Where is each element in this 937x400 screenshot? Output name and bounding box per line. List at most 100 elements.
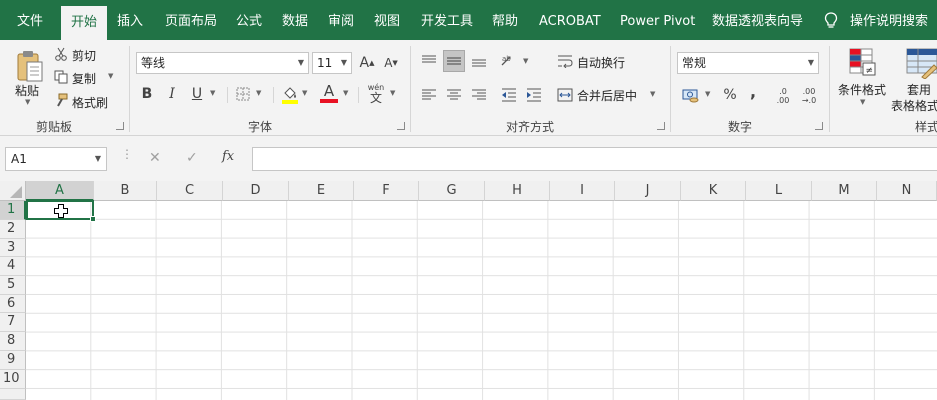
column-header-c[interactable]: C — [157, 181, 223, 201]
orientation-button[interactable]: ab — [498, 50, 520, 72]
select-all-corner[interactable] — [0, 181, 26, 201]
column-header-l[interactable]: L — [746, 181, 812, 201]
tab-view[interactable]: 视图 — [374, 0, 400, 40]
row-header-3[interactable]: 3 — [0, 239, 26, 257]
grow-font-button[interactable]: A ▲ — [358, 52, 376, 74]
font-size-select[interactable]: 11 ▼ — [312, 52, 352, 74]
shrink-font-button[interactable]: A ▼ — [382, 52, 400, 74]
underline-dropdown-arrow[interactable]: ▼ — [210, 89, 215, 97]
accounting-dropdown-arrow[interactable]: ▼ — [705, 90, 710, 98]
column-header-g[interactable]: G — [419, 181, 485, 201]
wrap-text-button[interactable]: 自动换行 — [577, 54, 625, 71]
row-header-6[interactable]: 6 — [0, 295, 26, 313]
cell-grid[interactable] — [26, 201, 937, 400]
accounting-format-button[interactable] — [680, 84, 702, 106]
number-format-select[interactable]: 常规 ▼ — [677, 52, 819, 74]
row-header-7[interactable]: 7 — [0, 313, 26, 332]
format-painter-icon[interactable] — [54, 92, 68, 108]
align-left-button[interactable] — [418, 84, 440, 106]
increase-decimal-button[interactable]: .0 .00 — [772, 84, 794, 108]
conditional-formatting-label[interactable]: 条件格式 — [838, 81, 886, 98]
paste-button[interactable] — [10, 46, 50, 86]
copy-button[interactable]: 复制 — [72, 70, 96, 87]
row-header-1[interactable]: 1 — [0, 201, 26, 220]
clipboard-launcher-icon[interactable] — [116, 122, 124, 130]
format-as-table-label-1[interactable]: 套用 — [907, 81, 931, 98]
align-top-button[interactable] — [418, 50, 440, 72]
align-center-button[interactable] — [443, 84, 465, 106]
merge-center-button[interactable]: 合并后居中 — [577, 87, 637, 104]
column-header-h[interactable]: H — [485, 181, 550, 201]
name-box[interactable]: A1 ▼ — [5, 147, 107, 171]
tab-page-layout[interactable]: 页面布局 — [165, 0, 217, 40]
row-header-4[interactable]: 4 — [0, 257, 26, 276]
tab-help[interactable]: 帮助 — [492, 0, 518, 40]
column-header-a[interactable]: A — [26, 181, 94, 201]
italic-button[interactable]: I — [163, 83, 181, 105]
underline-button[interactable]: U — [188, 83, 206, 105]
cut-button[interactable]: 剪切 — [72, 47, 96, 64]
tab-review[interactable]: 审阅 — [328, 0, 354, 40]
tab-acrobat[interactable]: ACROBAT — [539, 0, 601, 40]
merge-dropdown-arrow[interactable]: ▼ — [650, 90, 655, 98]
align-bottom-button[interactable] — [468, 50, 490, 72]
enter-icon[interactable]: ✓ — [186, 150, 198, 166]
bold-button[interactable]: B — [138, 83, 156, 105]
column-header-n[interactable]: N — [877, 181, 937, 201]
conditional-formatting-dropdown-arrow[interactable]: ▼ — [860, 98, 865, 106]
row-header-9[interactable]: 9 — [0, 351, 26, 370]
tab-developer[interactable]: 开发工具 — [421, 0, 473, 40]
fill-color-button[interactable] — [280, 82, 300, 106]
tab-insert[interactable]: 插入 — [117, 0, 143, 40]
paste-dropdown-arrow[interactable]: ▼ — [25, 98, 30, 106]
decrease-decimal-button[interactable]: .00 →.0 — [798, 84, 820, 108]
tab-home[interactable]: 开始 — [61, 6, 108, 40]
format-painter-button[interactable]: 格式刷 — [72, 94, 108, 111]
increase-indent-button[interactable] — [523, 84, 545, 106]
alignment-launcher-icon[interactable] — [657, 122, 665, 130]
phonetic-dropdown-arrow[interactable]: ▼ — [390, 89, 395, 97]
column-header-m[interactable]: M — [812, 181, 877, 201]
format-as-table-label-2[interactable]: 表格格式 — [891, 97, 937, 114]
row-header-10[interactable]: 10 — [0, 370, 26, 389]
fill-handle[interactable] — [90, 216, 96, 222]
row-header-11-partial[interactable] — [0, 389, 26, 400]
cut-icon[interactable] — [54, 46, 68, 62]
align-right-button[interactable] — [468, 84, 490, 106]
row-header-8[interactable]: 8 — [0, 332, 26, 351]
decrease-indent-button[interactable] — [498, 84, 520, 106]
column-header-b[interactable]: B — [94, 181, 157, 201]
tell-me-search[interactable]: 操作说明搜索 — [850, 0, 928, 40]
number-launcher-icon[interactable] — [815, 122, 823, 130]
phonetic-guide-button[interactable]: wén 文 — [366, 82, 386, 104]
font-color-dropdown-arrow[interactable]: ▼ — [343, 89, 348, 97]
column-header-f[interactable]: F — [354, 181, 419, 201]
paste-label[interactable]: 粘贴 — [15, 82, 39, 99]
borders-dropdown-arrow[interactable]: ▼ — [256, 89, 261, 97]
formula-input[interactable] — [252, 147, 937, 171]
row-header-2[interactable]: 2 — [0, 220, 26, 239]
column-header-e[interactable]: E — [289, 181, 354, 201]
font-launcher-icon[interactable] — [397, 122, 405, 130]
orientation-dropdown-arrow[interactable]: ▼ — [523, 57, 528, 65]
comma-style-button[interactable]: , — [745, 80, 761, 102]
align-middle-button[interactable] — [443, 50, 465, 72]
tab-data[interactable]: 数据 — [282, 0, 308, 40]
formula-bar-grip-icon[interactable]: ⋮ — [121, 148, 133, 160]
cancel-icon[interactable]: ✕ — [149, 150, 161, 166]
conditional-formatting-button[interactable]: ≠ — [846, 46, 878, 80]
copy-dropdown-arrow[interactable]: ▼ — [108, 72, 113, 80]
column-header-d[interactable]: D — [223, 181, 289, 201]
percent-style-button[interactable]: % — [720, 84, 740, 106]
borders-button[interactable] — [234, 84, 252, 104]
tab-formulas[interactable]: 公式 — [236, 0, 262, 40]
copy-icon[interactable] — [54, 69, 68, 85]
tab-power-pivot[interactable]: Power Pivot — [620, 0, 695, 40]
tab-pivot-wizard[interactable]: 数据透视表向导 — [712, 0, 803, 40]
row-header-5[interactable]: 5 — [0, 276, 26, 295]
fill-color-dropdown-arrow[interactable]: ▼ — [302, 89, 307, 97]
insert-function-icon[interactable]: fx — [222, 149, 234, 164]
font-color-button[interactable]: A — [318, 80, 340, 106]
column-header-k[interactable]: K — [681, 181, 746, 201]
column-header-j[interactable]: J — [615, 181, 681, 201]
